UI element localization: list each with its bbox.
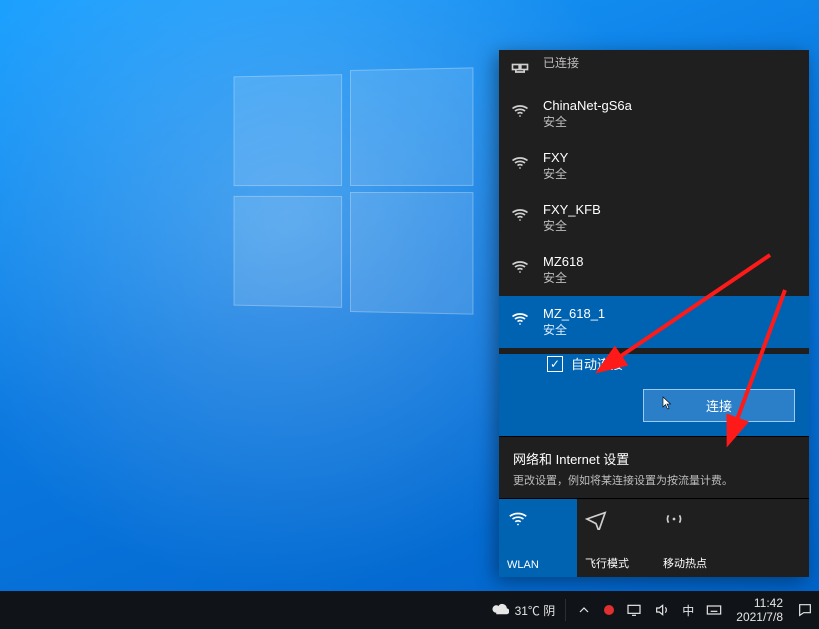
network-flyout: 已连接 ChinaNet-gS6a 安全 FXY 安全 FXY_KFB 安全 M… <box>499 50 809 577</box>
network-name: FXY_KFB <box>543 202 601 217</box>
auto-connect-checkbox[interactable]: ✓ <box>547 356 563 372</box>
wifi-icon <box>509 152 531 174</box>
wifi-icon <box>507 507 569 531</box>
tray-keyboard-icon[interactable] <box>700 591 728 629</box>
network-item-selected[interactable]: MZ_618_1 安全 <box>499 296 809 348</box>
wifi-icon <box>509 100 531 122</box>
network-name: FXY <box>543 150 568 165</box>
selected-network-sub: 安全 <box>543 321 605 338</box>
connected-label: 已连接 <box>543 54 579 71</box>
network-item-1[interactable]: FXY 安全 <box>499 140 809 192</box>
selected-network-body: ✓ 自动连接 连接 <box>499 354 809 436</box>
hotspot-icon <box>663 507 725 531</box>
tray-record-icon[interactable] <box>598 591 620 629</box>
tile-hotspot[interactable]: 移动热点 <box>655 499 733 577</box>
network-sub: 安全 <box>543 217 601 234</box>
network-sub: 安全 <box>543 113 632 130</box>
settings-sub: 更改设置，例如将某连接设置为按流量计费。 <box>513 472 795 488</box>
connect-button[interactable]: 连接 <box>643 389 795 422</box>
tray-monitor-icon[interactable] <box>620 591 648 629</box>
clock-time: 11:42 <box>754 596 783 610</box>
clock[interactable]: 11:42 2021/7/8 <box>728 596 791 624</box>
taskbar: 31℃ 阴 中 11:42 2021/7/8 <box>0 591 819 629</box>
network-settings-link[interactable]: 网络和 Internet 设置 更改设置，例如将某连接设置为按流量计费。 <box>499 436 809 498</box>
cursor-icon <box>662 396 672 410</box>
auto-connect-row[interactable]: ✓ 自动连接 <box>547 354 795 373</box>
network-item-0[interactable]: ChinaNet-gS6a 安全 <box>499 88 809 140</box>
action-center-icon[interactable] <box>791 591 819 629</box>
ethernet-icon <box>509 56 531 78</box>
ime-text: 中 <box>682 602 694 619</box>
tile-airplane[interactable]: 飞行模式 <box>577 499 655 577</box>
connected-network-item[interactable]: 已连接 <box>499 50 809 88</box>
tile-wlan[interactable]: WLAN <box>499 499 577 577</box>
network-sub: 安全 <box>543 165 568 182</box>
network-sub: 安全 <box>543 269 583 286</box>
network-name: MZ618 <box>543 254 583 269</box>
network-item-2[interactable]: FXY_KFB 安全 <box>499 192 809 244</box>
tray-volume-icon[interactable] <box>648 591 676 629</box>
quick-tiles: WLAN 飞行模式 移动热点 <box>499 498 809 577</box>
wifi-icon <box>509 256 531 278</box>
weather-widget[interactable]: 31℃ 阴 <box>485 591 562 629</box>
tile-label: WLAN <box>507 559 569 571</box>
connect-button-label: 连接 <box>706 399 732 414</box>
windows-logo <box>234 67 472 312</box>
network-name: ChinaNet-gS6a <box>543 98 632 113</box>
wifi-icon <box>509 204 531 226</box>
selected-network-name: MZ_618_1 <box>543 306 605 321</box>
tile-label: 飞行模式 <box>585 555 647 571</box>
auto-connect-label: 自动连接 <box>571 354 623 373</box>
network-item-3[interactable]: MZ618 安全 <box>499 244 809 296</box>
ime-indicator[interactable]: 中 <box>676 591 700 629</box>
clock-date: 2021/7/8 <box>736 610 783 624</box>
tile-label: 移动热点 <box>663 555 725 571</box>
wifi-icon <box>509 308 531 330</box>
airplane-icon <box>585 507 647 531</box>
cloud-icon <box>491 602 509 619</box>
weather-text: 31℃ 阴 <box>515 602 556 619</box>
tray-chevron-up-icon[interactable] <box>570 591 598 629</box>
settings-title: 网络和 Internet 设置 <box>513 449 795 468</box>
